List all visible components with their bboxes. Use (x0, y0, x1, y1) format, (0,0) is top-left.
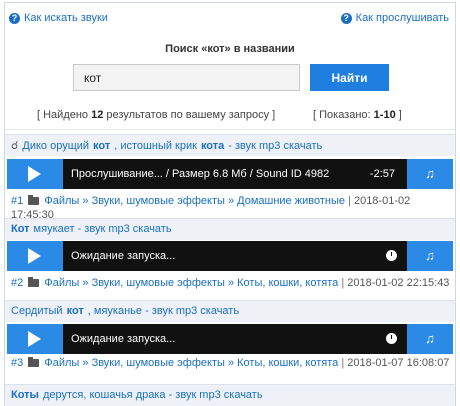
result-title-link[interactable]: Сердитый кот, мяуканье - звук mp3 скачат… (11, 305, 239, 317)
title-part: Дико орущий (22, 139, 90, 152)
player-progress[interactable]: Прослушивание... / Размер 6.8 Мб / Sound… (63, 159, 407, 189)
title-highlight: кота (200, 139, 225, 152)
player-time: -2:57 (369, 168, 395, 180)
result-date: 2018-01-02 (347, 277, 404, 289)
play-icon (28, 166, 41, 182)
breadcrumb-link[interactable]: Файлы (44, 357, 79, 369)
breadcrumb-link[interactable]: Коты, кошки, котята (237, 277, 338, 289)
music-note-icon[interactable]: ♫ (407, 324, 453, 354)
player-status: Ожидание запуска... (71, 250, 176, 262)
result-number[interactable]: #1 (11, 195, 23, 207)
title-part: мяукает - звук mp3 скачать (33, 223, 172, 235)
page-frame: ? Как искать звуки ? Как прослушивать По… (4, 2, 456, 406)
music-note-icon[interactable]: ♫ (407, 159, 453, 189)
audio-player: Ожидание запуска... ♫ (7, 324, 453, 354)
player-progress[interactable]: Ожидание запуска... (63, 324, 407, 354)
player-progress[interactable]: Ожидание запуска... (63, 241, 407, 271)
result-header: Коты дерутся, кошачья драка - звук mp3 с… (5, 384, 455, 406)
title-part: , истошный крик (114, 139, 197, 152)
title-part: Сердитый (11, 305, 63, 317)
headphones-icon: ☌ (11, 140, 19, 152)
title-part: дерутся, кошачья драка - звук mp3 скачат… (42, 389, 263, 401)
result-header: Кот мяукает - звук mp3 скачать (5, 218, 455, 240)
divider (5, 129, 455, 130)
result-time: 16:08:07 (406, 357, 450, 369)
search-title: Поиск «кот» в названии (165, 43, 295, 55)
breadcrumb-link[interactable]: Коты, кошки, котята (237, 357, 338, 369)
help-bar: ? Как искать звуки ? Как прослушивать (5, 3, 455, 33)
title-part: , мяуканье - звук mp3 скачать (87, 305, 240, 317)
found-suffix: результатов по вашему запросу ] (106, 109, 276, 121)
folder-icon (28, 277, 40, 287)
breadcrumb-link[interactable]: Файлы (44, 195, 79, 207)
play-button[interactable] (7, 159, 63, 189)
result-item: Кот мяукает - звук mp3 скачать Ожидание … (5, 218, 455, 296)
result-item: Сердитый кот, мяуканье - звук mp3 скачат… (5, 300, 455, 380)
player-status: Прослушивание... / Размер 6.8 Мб / Sound… (71, 168, 330, 180)
title-highlight: кот (93, 139, 111, 152)
search-input[interactable] (73, 64, 300, 91)
play-icon (28, 248, 41, 264)
result-item: Коты дерутся, кошачья драка - звук mp3 с… (5, 384, 455, 406)
result-title-link[interactable]: ☌ Дико орущий кот, истошный крик кота - … (11, 139, 323, 153)
player-status: Ожидание запуска... (71, 333, 176, 345)
result-meta: #2 Файлы » Звуки, шумовые эффекты » Коты… (11, 277, 450, 289)
result-title-link[interactable]: Коты дерутся, кошачья драка - звук mp3 с… (11, 389, 263, 401)
music-note-icon[interactable]: ♫ (407, 241, 453, 271)
breadcrumb-link[interactable]: Звуки, шумовые эффекты (92, 357, 225, 369)
result-number[interactable]: #2 (11, 277, 23, 289)
play-icon (28, 331, 41, 347)
play-button[interactable] (7, 241, 63, 271)
clock-icon (386, 250, 397, 261)
breadcrumb-link[interactable]: Файлы (44, 277, 79, 289)
play-button[interactable] (7, 324, 63, 354)
found-prefix: [ Найдено (37, 109, 89, 121)
question-circle-icon: ? (9, 12, 20, 24)
title-part: - звук mp3 скачать (228, 139, 323, 152)
shown-prefix: [ Показано: (313, 109, 371, 121)
shown-range: 1-10 (373, 109, 396, 121)
results-shown-stat: [ Показано: 1-10 ] (313, 109, 402, 121)
breadcrumb-link[interactable]: Звуки, шумовые эффекты (92, 195, 225, 207)
search-button[interactable]: Найти (310, 64, 389, 91)
audio-player: Прослушивание... / Размер 6.8 Мб / Sound… (7, 159, 453, 189)
title-highlight: Коты (11, 389, 39, 401)
shown-suffix: ] (398, 109, 402, 121)
clock-icon (386, 333, 397, 344)
result-header: Сердитый кот, мяуканье - звук mp3 скачат… (5, 300, 455, 322)
audio-player: Ожидание запуска... ♫ (7, 241, 453, 271)
question-circle-icon: ? (340, 12, 352, 24)
result-date: 2018-01-07 (347, 357, 404, 369)
result-date: 2018-01-02 (353, 195, 411, 207)
result-item: ☌ Дико орущий кот, истошный крик кота - … (5, 134, 455, 221)
how-to-search-label: Как искать звуки (24, 12, 108, 24)
result-time: 22:15:43 (406, 277, 450, 289)
result-header: ☌ Дико орущий кот, истошный крик кота - … (5, 134, 455, 156)
title-highlight: кот (66, 305, 84, 317)
breadcrumb-link[interactable]: Звуки, шумовые эффекты (92, 277, 225, 289)
breadcrumb-link[interactable]: Домашние животные (237, 195, 345, 207)
found-count: 12 (91, 109, 104, 121)
folder-icon (28, 195, 40, 205)
how-to-search-link[interactable]: ? Как искать звуки (9, 12, 108, 24)
result-title-link[interactable]: Кот мяукает - звук mp3 скачать (11, 223, 172, 235)
how-to-listen-label: Как прослушивать (355, 12, 449, 24)
folder-icon (28, 357, 40, 367)
results-found-stat: [ Найдено 12 результатов по вашему запро… (37, 109, 275, 121)
result-meta: #3 Файлы » Звуки, шумовые эффекты » Коты… (11, 357, 450, 369)
result-number[interactable]: #3 (11, 357, 23, 369)
how-to-listen-link[interactable]: ? Как прослушивать (340, 12, 449, 24)
title-highlight: Кот (11, 223, 30, 235)
